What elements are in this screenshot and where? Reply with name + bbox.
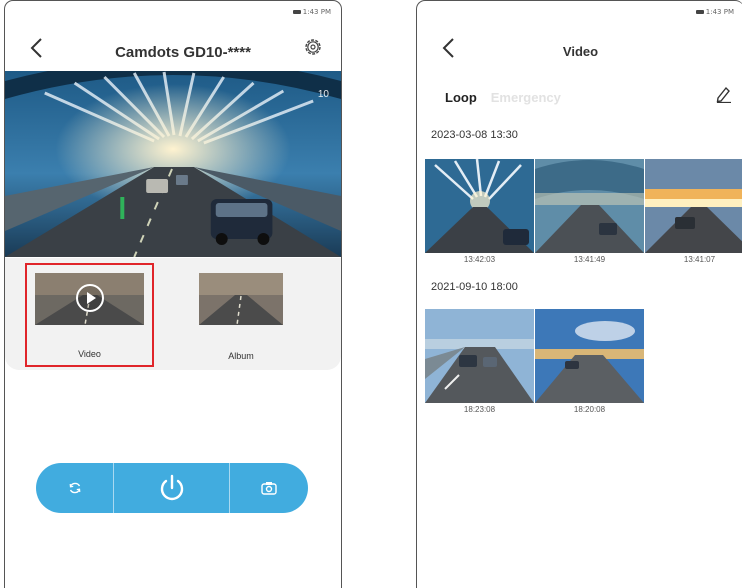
camera-icon <box>261 482 277 495</box>
clip-time: 13:41:07 <box>683 255 716 264</box>
video-clip-thumbnail[interactable] <box>425 309 534 403</box>
clip-time: 13:42:03 <box>463 255 496 264</box>
status-time: 1:43 PM <box>705 8 734 16</box>
date-group-header: 2023-03-08 13:30 <box>431 129 518 141</box>
video-clip-thumbnail[interactable] <box>425 159 534 253</box>
tab-loop[interactable]: Loop <box>445 90 477 105</box>
page-title: Video <box>562 44 599 59</box>
page-title: Camdots GD10-**** <box>115 44 251 61</box>
status-bar: 1:43 PM <box>292 8 331 16</box>
snapshot-button[interactable] <box>230 463 308 513</box>
video-clip-thumbnail[interactable] <box>535 159 644 253</box>
preview-timestamp: 10 <box>317 89 329 100</box>
edit-pencil-icon[interactable] <box>714 85 732 103</box>
video-clip-thumbnail[interactable] <box>645 159 742 253</box>
album-tile[interactable]: Album <box>199 273 283 361</box>
date-group-header: 2021-09-10 18:00 <box>431 281 518 293</box>
video-tile[interactable]: Video <box>25 263 154 367</box>
video-clip-thumbnail[interactable] <box>535 309 644 403</box>
switch-camera-button[interactable] <box>36 463 114 513</box>
power-icon <box>160 474 183 501</box>
camera-control-bar <box>36 463 308 513</box>
battery-icon <box>695 10 704 14</box>
clip-time: 13:41:49 <box>573 255 606 264</box>
clip-time: 18:23:08 <box>463 405 496 414</box>
record-power-button[interactable] <box>114 463 230 513</box>
clip-time: 18:20:08 <box>573 405 606 414</box>
battery-icon <box>292 10 301 14</box>
refresh-icon <box>69 482 80 494</box>
video-tile-label: Video <box>78 349 101 359</box>
tab-emergency[interactable]: Emergency <box>491 90 561 105</box>
media-tiles-panel: Video Album <box>5 258 341 370</box>
status-bar: 1:43 PM <box>695 8 734 16</box>
video-tabs: Loop Emergency <box>445 90 561 105</box>
album-thumbnail <box>199 273 283 325</box>
camera-home-screen: 1:43 PM Camdots GD10-**** 10 Video Album <box>4 0 342 588</box>
status-time: 1:43 PM <box>302 8 331 16</box>
play-icon <box>75 284 104 312</box>
video-list-screen: 1:43 PM Video Loop Emergency 2023-03-08 … <box>416 0 742 588</box>
settings-gear-icon[interactable] <box>303 37 323 57</box>
live-preview-image[interactable] <box>5 71 341 257</box>
album-tile-label: Album <box>228 351 254 361</box>
